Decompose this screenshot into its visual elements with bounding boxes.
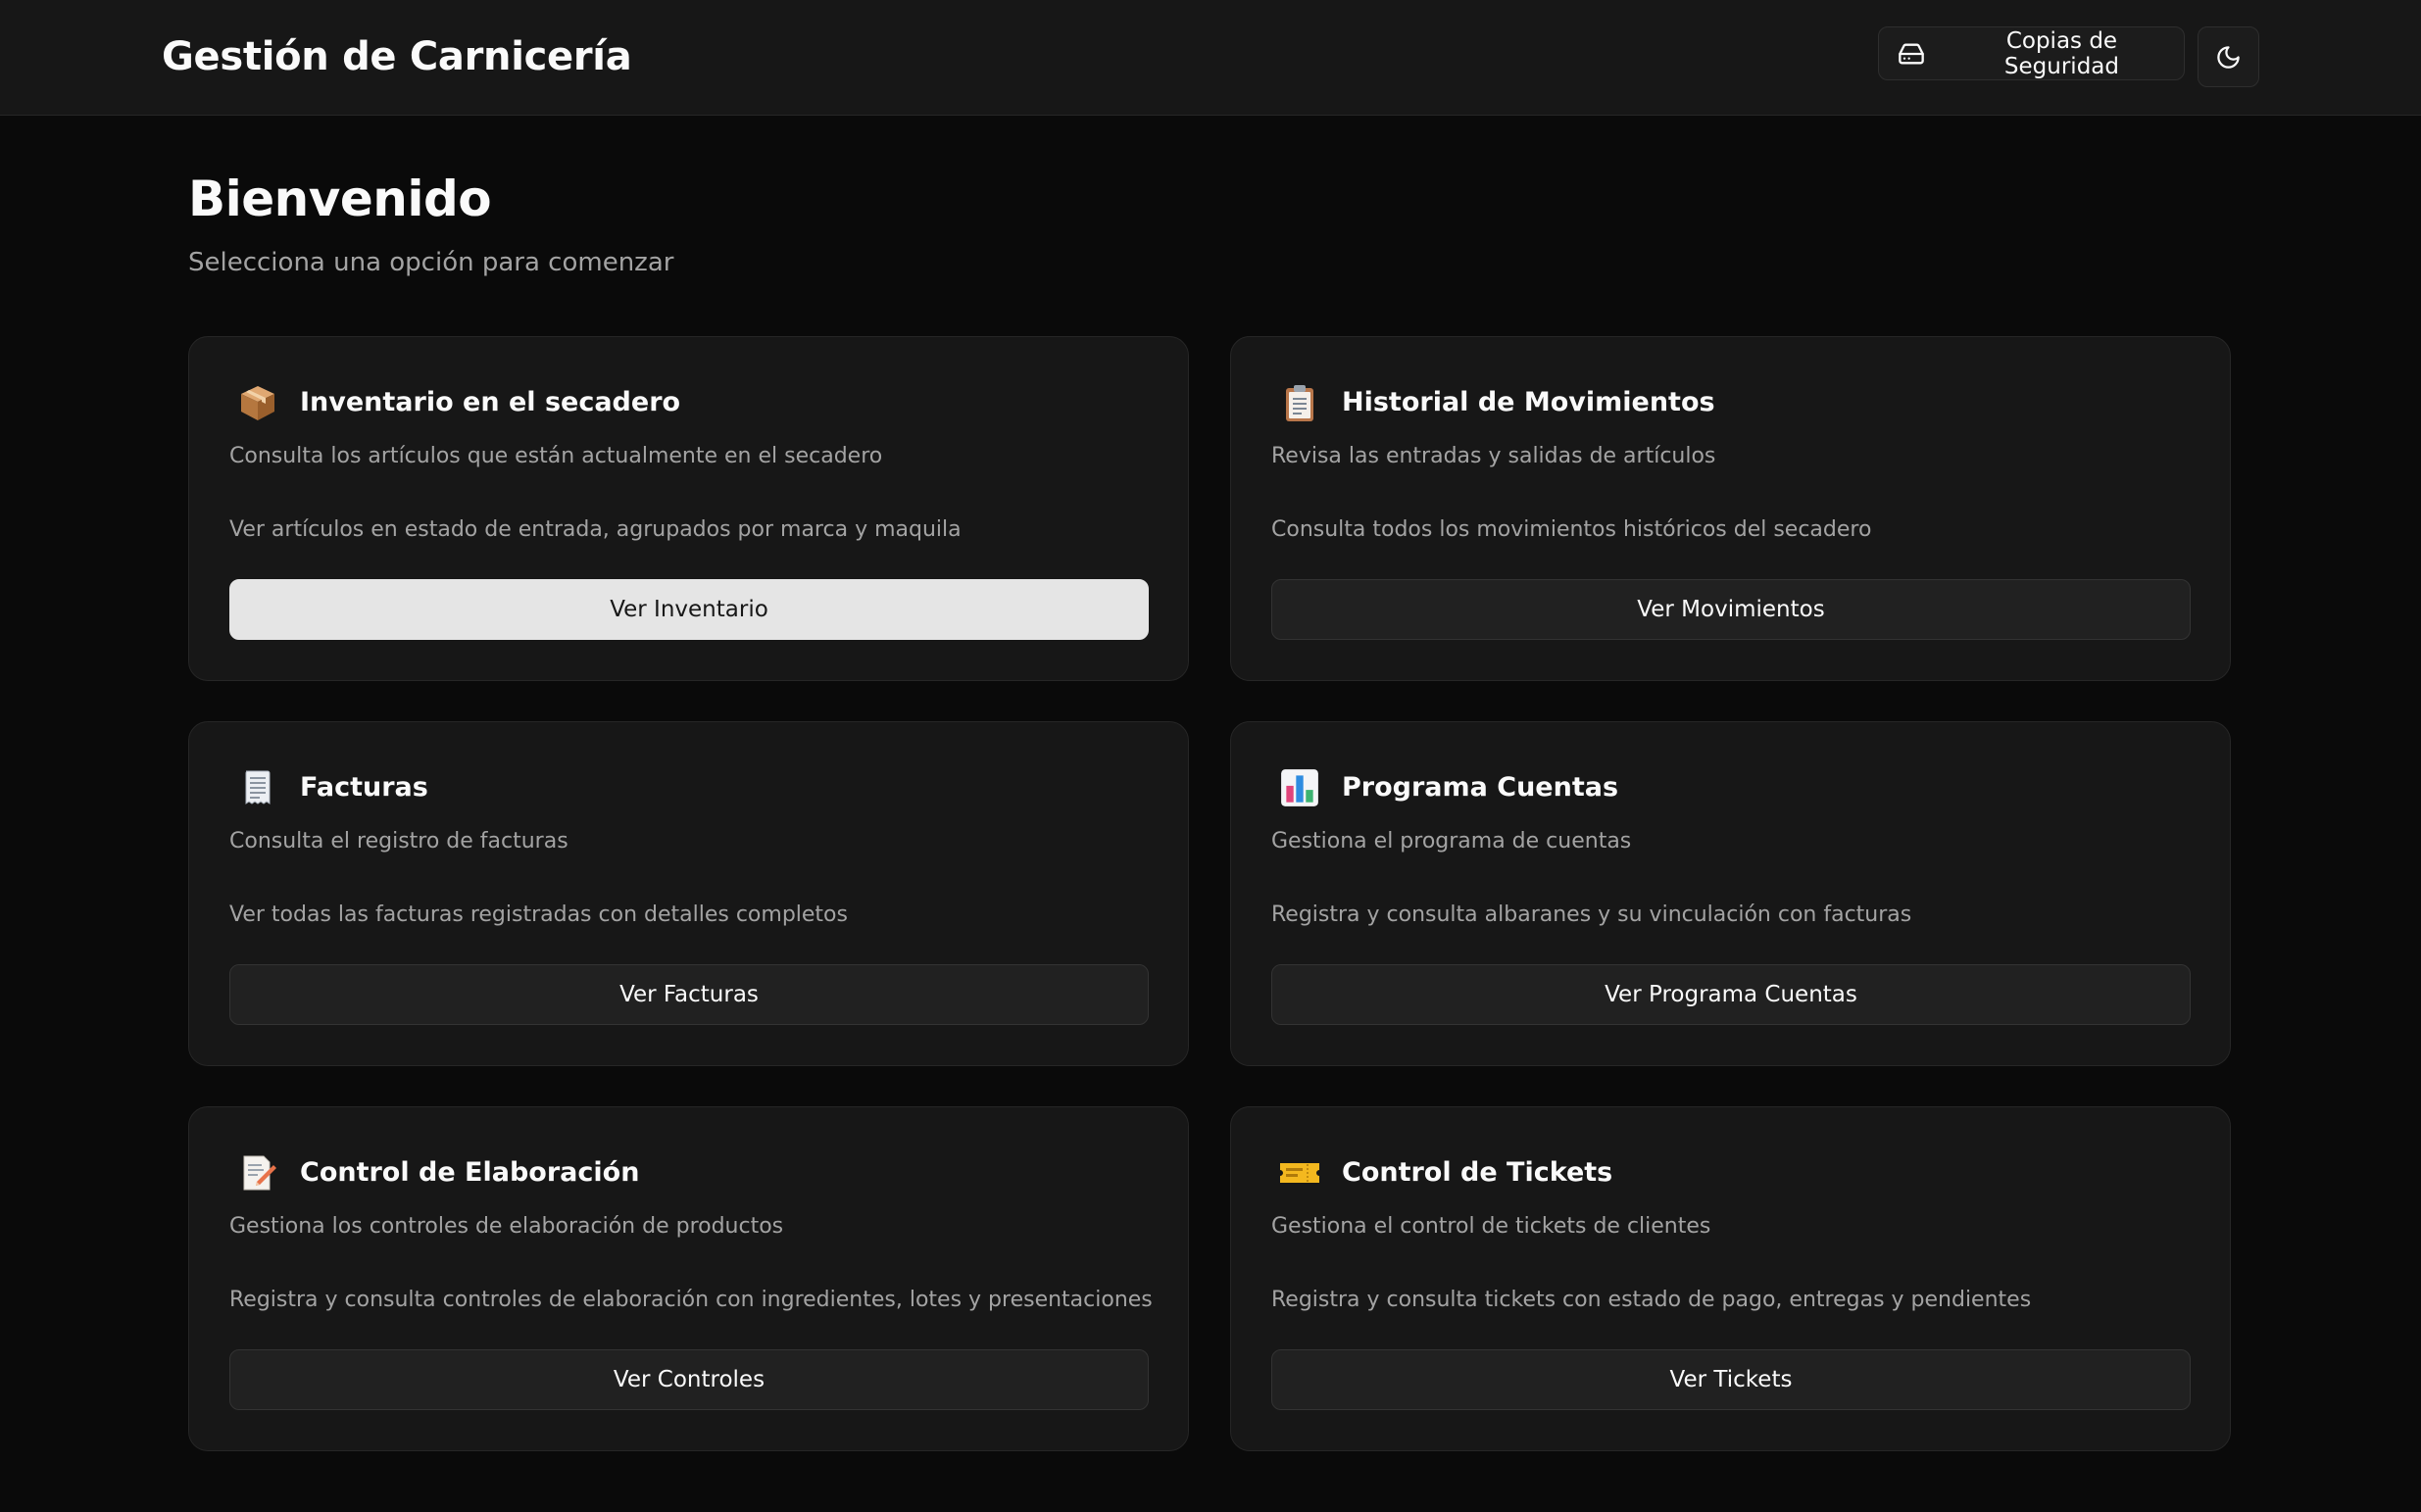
card-facturas: Facturas Consulta el registro de factura… [188,721,1189,1066]
theme-toggle-button[interactable] [2198,26,2259,87]
backup-button-label: Copias de Seguridad [2003,27,2119,79]
ticket-icon [1278,1151,1321,1195]
ver-movimientos-button[interactable]: Ver Movimientos [1271,579,2191,640]
card-title: Inventario en el secadero [300,387,681,417]
ver-facturas-button[interactable]: Ver Facturas [229,964,1149,1025]
card-description: Gestiona el programa de cuentas [1271,829,1632,854]
card-control-tickets: Control de Tickets Gestiona el control d… [1230,1106,2231,1451]
backup-button[interactable]: Copias de Seguridad [1878,26,2185,80]
card-title: Control de Elaboración [300,1157,640,1188]
card-detail: Ver todas las facturas registradas con d… [229,902,848,927]
card-detail: Registra y consulta controles de elabora… [229,1288,1153,1312]
ver-programa-cuentas-button[interactable]: Ver Programa Cuentas [1271,964,2191,1025]
card-control-elaboracion: Control de Elaboración Gestiona los cont… [188,1106,1189,1451]
app-header: Gestión de Carnicería Copias de Segurida… [0,0,2421,116]
ver-tickets-button[interactable]: Ver Tickets [1271,1349,2191,1410]
welcome-subtitle: Selecciona una opción para comenzar [188,248,674,277]
card-description: Consulta el registro de facturas [229,829,568,854]
hard-drive-icon [1897,39,1926,69]
app-title: Gestión de Carnicería [162,34,632,79]
memo-icon [236,1151,279,1195]
card-description: Gestiona los controles de elaboración de… [229,1214,784,1239]
card-title: Historial de Movimientos [1342,387,1715,417]
card-detail: Registra y consulta albaranes y su vincu… [1271,902,1912,927]
welcome-title: Bienvenido [188,171,492,227]
ver-inventario-button[interactable]: Ver Inventario [229,579,1149,640]
card-description: Consulta los artículos que están actualm… [229,444,883,468]
card-title: Control de Tickets [1342,1157,1613,1188]
ver-controles-button[interactable]: Ver Controles [229,1349,1149,1410]
card-historial-movimientos: Historial de Movimientos Revisa las entr… [1230,336,2231,681]
card-description: Revisa las entradas y salidas de artícul… [1271,444,1716,468]
package-icon [236,381,279,424]
card-programa-cuentas: Programa Cuentas Gestiona el programa de… [1230,721,2231,1066]
card-detail: Registra y consulta tickets con estado d… [1271,1288,2032,1312]
receipt-icon [236,766,279,809]
card-title: Facturas [300,772,428,803]
card-detail: Consulta todos los movimientos histórico… [1271,517,1872,542]
card-description: Gestiona el control de tickets de client… [1271,1214,1711,1239]
card-inventario: Inventario en el secadero Consulta los a… [188,336,1189,681]
moon-icon [2215,44,2242,71]
card-title: Programa Cuentas [1342,772,1619,803]
clipboard-icon [1278,381,1321,424]
bar-chart-icon [1278,766,1321,809]
card-detail: Ver artículos en estado de entrada, agru… [229,517,962,542]
